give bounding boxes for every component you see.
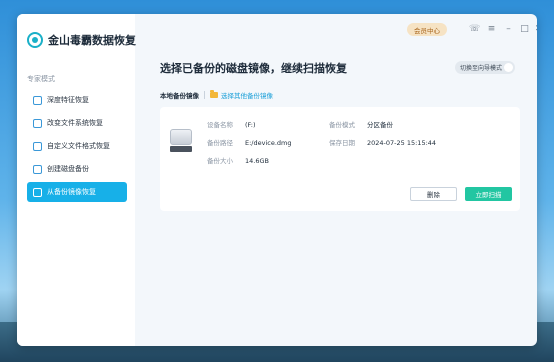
sidebar-nav: 深度特征恢复 改变文件系统恢复 自定义文件格式恢复 创建磁盘备份 从备份镜像恢复: [27, 90, 127, 205]
sidebar-item-label: 改变文件系统恢复: [47, 119, 103, 127]
backup-card[interactable]: 设备名称 (F:) 备份路径 E:/device.dmg 备份大小 14.6GB 备份…: [160, 107, 520, 211]
sidebar-item-label: 自定义文件格式恢复: [47, 142, 110, 150]
filesystem-icon: [33, 118, 42, 128]
sidebar-item-image-restore[interactable]: 从备份镜像恢复: [27, 182, 127, 202]
app-logo-icon: [27, 32, 43, 48]
sidebar-item-deep-scan[interactable]: 深度特征恢复: [27, 90, 127, 110]
app-logo: 金山毒霸数据恢复: [27, 32, 136, 48]
device-name-value: (F:): [245, 121, 256, 129]
save-date-value: 2024-07-25 15:15:44: [367, 139, 437, 147]
device-name-field: 设备名称 (F:): [207, 119, 256, 129]
backup-size-field: 备份大小 14.6GB: [207, 155, 269, 165]
save-date-label: 保存日期: [329, 139, 355, 147]
sidebar-item-label: 深度特征恢复: [47, 96, 89, 104]
backup-path-label: 备份路径: [207, 139, 233, 147]
sidebar-item-label: 从备份镜像恢复: [47, 188, 96, 196]
minimize-icon[interactable]: –: [503, 24, 514, 35]
title-bar: 会员中心 ☏ ≡ – □ ✕: [135, 14, 537, 44]
sidebar-item-custom-format[interactable]: 自定义文件格式恢复: [27, 136, 127, 156]
wizard-mode-toggle[interactable]: 切换至向导模式: [455, 61, 515, 74]
image-restore-icon: [33, 187, 42, 197]
save-date-field: 保存日期 2024-07-25 15:15:44: [329, 137, 436, 147]
backup-mode-label: 备份模式: [329, 121, 355, 129]
expert-mode-label: 专家模式: [27, 75, 55, 83]
folder-icon: [210, 90, 218, 98]
sidebar-item-disk-backup[interactable]: 创建磁盘备份: [27, 159, 127, 179]
toggle-knob: [504, 63, 513, 72]
vip-center-button[interactable]: 会员中心: [407, 23, 447, 36]
tab-local-backup[interactable]: 本地备份镜像: [160, 90, 199, 100]
backup-path-value: E:/device.dmg: [245, 139, 292, 147]
tab-other-label: 选择其他备份镜像: [221, 92, 273, 100]
close-icon[interactable]: ✕: [533, 24, 537, 35]
sidebar-item-filesystem[interactable]: 改变文件系统恢复: [27, 113, 127, 133]
delete-button[interactable]: 删除: [410, 187, 457, 201]
disk-backup-icon: [33, 164, 42, 174]
support-icon[interactable]: ☏: [469, 24, 480, 35]
tab-other-backup[interactable]: 选择其他备份镜像: [210, 90, 273, 100]
backup-size-value: 14.6GB: [245, 157, 269, 165]
page-title: 选择已备份的磁盘镜像，继续扫描恢复: [160, 62, 347, 75]
backup-path-field: 备份路径 E:/device.dmg: [207, 137, 292, 147]
backup-size-label: 备份大小: [207, 157, 233, 165]
custom-format-icon: [33, 141, 42, 151]
device-name-label: 设备名称: [207, 121, 233, 129]
sidebar: 金山毒霸数据恢复 专家模式 深度特征恢复 改变文件系统恢复 自定义文件格式恢复 …: [17, 14, 136, 346]
backup-mode-value: 分区备份: [367, 121, 393, 129]
sidebar-item-label: 创建磁盘备份: [47, 165, 89, 173]
wizard-mode-label: 切换至向导模式: [460, 65, 503, 72]
app-window: 金山毒霸数据恢复 专家模式 深度特征恢复 改变文件系统恢复 自定义文件格式恢复 …: [17, 14, 537, 346]
menu-icon[interactable]: ≡: [486, 24, 497, 35]
backup-mode-field: 备份模式 分区备份: [329, 119, 393, 129]
app-title: 金山毒霸数据恢复: [48, 34, 136, 47]
tab-divider: [204, 91, 205, 99]
maximize-icon[interactable]: □: [519, 24, 530, 35]
deep-scan-icon: [33, 95, 42, 105]
scan-now-button[interactable]: 立即扫描: [465, 187, 512, 201]
hard-disk-icon: [170, 129, 192, 153]
backup-source-tabs: 本地备份镜像 选择其他备份镜像: [160, 90, 273, 100]
main-panel: 会员中心 ☏ ≡ – □ ✕ 选择已备份的磁盘镜像，继续扫描恢复 切换至向导模式…: [135, 14, 537, 346]
